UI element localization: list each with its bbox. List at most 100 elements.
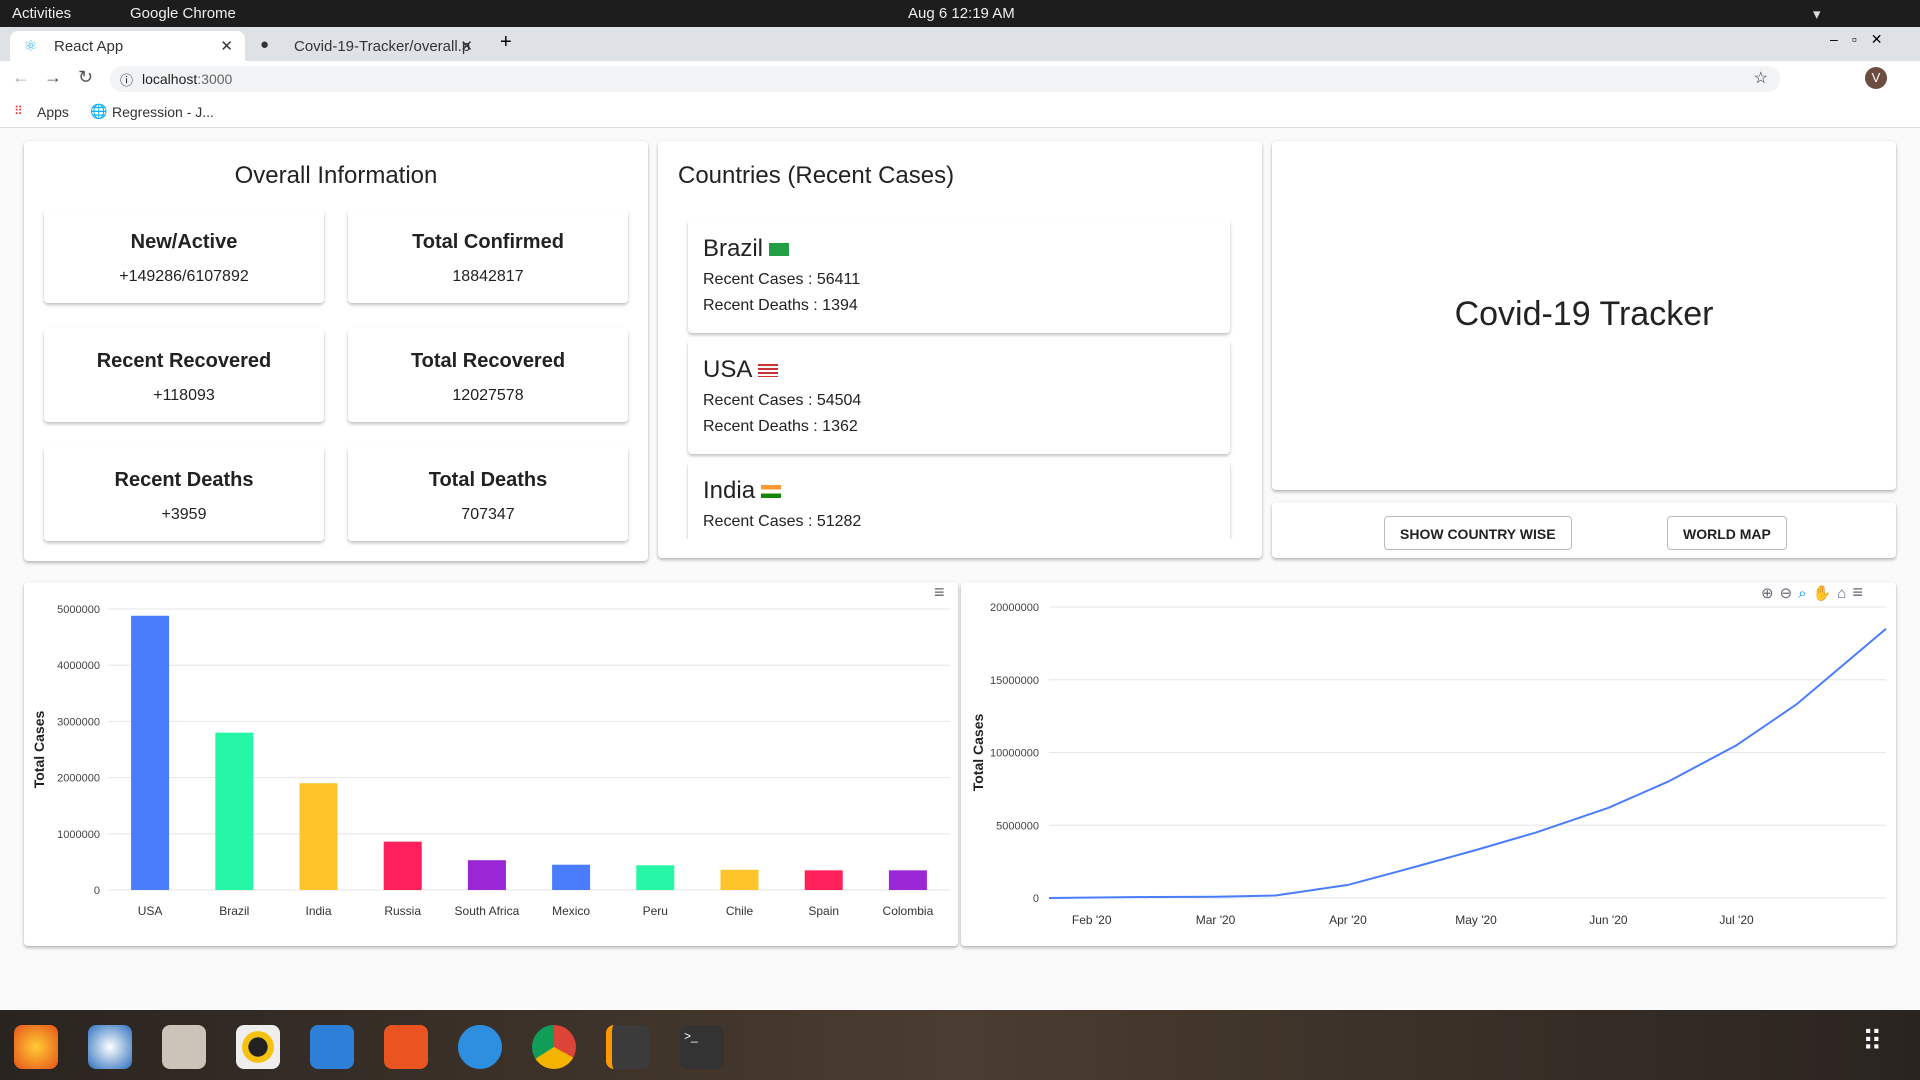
stat-total-recovered: Total Recovered 12027578 [348,328,628,422]
recent-deaths: Recent Deaths : 1362 [703,418,858,435]
react-icon: ⚛ [24,38,38,55]
stat-value: +118093 [153,387,215,404]
writer-icon[interactable] [310,1025,354,1069]
x-tick-label: Russia [384,904,421,918]
dock: >_ ⠿ [0,1010,1920,1080]
sublime-icon[interactable] [606,1025,650,1069]
x-tick-label: Jul '20 [1719,913,1754,927]
bookmark-star-icon[interactable]: ☆ [1754,68,1768,88]
forward-icon[interactable]: → [44,67,62,88]
back-icon[interactable]: ← [12,67,30,88]
world-map-button[interactable]: WORLD MAP [1667,516,1787,550]
bar-chile [720,869,759,890]
new-tab-button[interactable]: + [500,31,512,54]
line-chart: 0 5000000 10000000 15000000 20000000 Total Ca… [970,602,1887,927]
x-tick-label: Apr '20 [1329,913,1367,927]
app-title: Covid-19 Tracker [1454,295,1714,333]
zoom-in-icon[interactable]: ⊕ [1761,585,1780,602]
reload-icon[interactable]: ↻ [78,67,93,88]
bar-russia [383,841,422,890]
system-tray-icons[interactable]: ▾ [1813,5,1821,23]
stat-value: 12027578 [452,387,524,404]
stat-label: Total Confirmed [412,231,564,253]
recent-cases: Recent Cases : 54504 [703,392,862,409]
bookmark-apps[interactable]: Apps [37,104,69,120]
close-tab-icon[interactable]: ✕ [460,37,473,55]
x-tick-label: Feb '20 [1072,913,1112,927]
bar-brazil [215,732,254,890]
bar-chart: 0 1000000 2000000 3000000 4000000 5000000 Tota… [31,604,950,918]
stat-value: +3959 [161,506,207,523]
x-tick-label: Brazil [219,904,249,918]
x-tick-label: USA [138,904,163,918]
country-item-india: India Recent Cases : 51282 [688,461,1230,539]
bar-chart-card: 0 1000000 2000000 3000000 4000000 5000000 Tota… [24,582,958,946]
chart-menu-icon[interactable]: ≡ [1852,582,1869,602]
x-tick-label: South Africa [455,904,520,918]
y-tick-label: 10000000 [990,748,1039,760]
os-top-bar: Activities Google Chrome Aug 6 12:19 AM … [0,0,1920,27]
github-icon: ● [260,36,270,53]
total-cases-line [1048,628,1887,899]
x-tick-label: Jun '20 [1589,913,1628,927]
country-name: Brazil [703,235,764,262]
x-tick-label: May '20 [1455,913,1497,927]
india-flag-icon [761,485,782,499]
url-host: localhost [142,71,198,87]
countries-list[interactable]: Brazil Recent Cases : 56411 Recent Death… [678,209,1242,539]
y-tick-label: 15000000 [990,675,1039,687]
y-tick-label: 20000000 [990,602,1039,614]
countries-card: Countries (Recent Cases) Brazil Recent C… [658,141,1262,558]
country-item-brazil: Brazil Recent Cases : 56411 Recent Death… [688,219,1230,333]
stat-total-confirmed: Total Confirmed 18842817 [348,209,628,303]
clock[interactable]: Aug 6 12:19 AM [908,5,1015,22]
pan-icon[interactable]: ✋ [1813,585,1838,602]
profile-avatar[interactable]: V [1865,67,1887,89]
x-tick-label: Chile [726,904,754,918]
tab-github[interactable]: ● Covid-19-Tracker/overall.p ✕ [250,31,485,61]
zoom-out-icon[interactable]: ⊖ [1780,585,1799,602]
tab-label: React App [54,38,124,55]
y-tick-label: 3000000 [57,716,100,728]
tab-react-app[interactable]: ⚛ React App ✕ [10,31,245,61]
x-tick-label: Peru [643,904,668,918]
overall-information-card: Overall Information New/Active +149286/61… [24,141,648,561]
reset-home-icon[interactable]: ⌂ [1837,585,1852,602]
tab-strip: ⚛ React App ✕ ● Covid-19-Tracker/overall… [0,27,1920,61]
terminal-icon[interactable]: >_ [680,1025,724,1069]
globe-icon: 🌐 [90,103,108,119]
line-chart-card: 0 5000000 10000000 15000000 20000000 Total Ca… [961,582,1896,946]
actions-card: SHOW COUNTRY WISE WORLD MAP [1272,502,1896,558]
files-icon[interactable] [162,1025,206,1069]
chart-menu-icon[interactable]: ≡ [934,582,945,603]
window-controls[interactable]: –▫✕ [1830,31,1896,48]
y-tick-label: 5000000 [57,604,100,616]
bar-south-africa [467,860,506,890]
app-menu[interactable]: Google Chrome [130,5,236,22]
rhythmbox-icon[interactable] [236,1025,280,1069]
selection-zoom-icon[interactable]: ⌕ [1798,585,1812,602]
bookmark-regression[interactable]: Regression - J... [112,104,214,120]
chrome-icon[interactable] [532,1025,576,1069]
y-tick-label: 4000000 [57,660,100,672]
brazil-flag-icon [769,243,790,257]
recent-deaths: Recent Deaths : 1394 [703,297,858,314]
x-tick-label: Colombia [883,904,934,918]
show-country-wise-button[interactable]: SHOW COUNTRY WISE [1384,516,1572,550]
show-apps-icon[interactable]: ⠿ [1862,1025,1906,1069]
close-tab-icon[interactable]: ✕ [220,37,233,55]
x-tick-label: Mexico [552,904,590,918]
bar-colombia [888,870,927,890]
thunderbird-icon[interactable] [88,1025,132,1069]
help-icon[interactable] [458,1025,502,1069]
address-bar[interactable]: ⓘ localhost:3000 ☆ [110,66,1780,92]
stat-recent-recovered: Recent Recovered +118093 [44,328,324,422]
activities-button[interactable]: Activities [12,5,71,22]
stat-label: New/Active [130,231,238,253]
firefox-icon[interactable] [14,1025,58,1069]
overall-title: Overall Information [234,162,438,189]
software-icon[interactable] [384,1025,428,1069]
stat-value: 707347 [461,506,515,523]
apps-grid-icon: ⠿ [14,104,23,118]
stat-value: +149286/6107892 [119,268,249,285]
